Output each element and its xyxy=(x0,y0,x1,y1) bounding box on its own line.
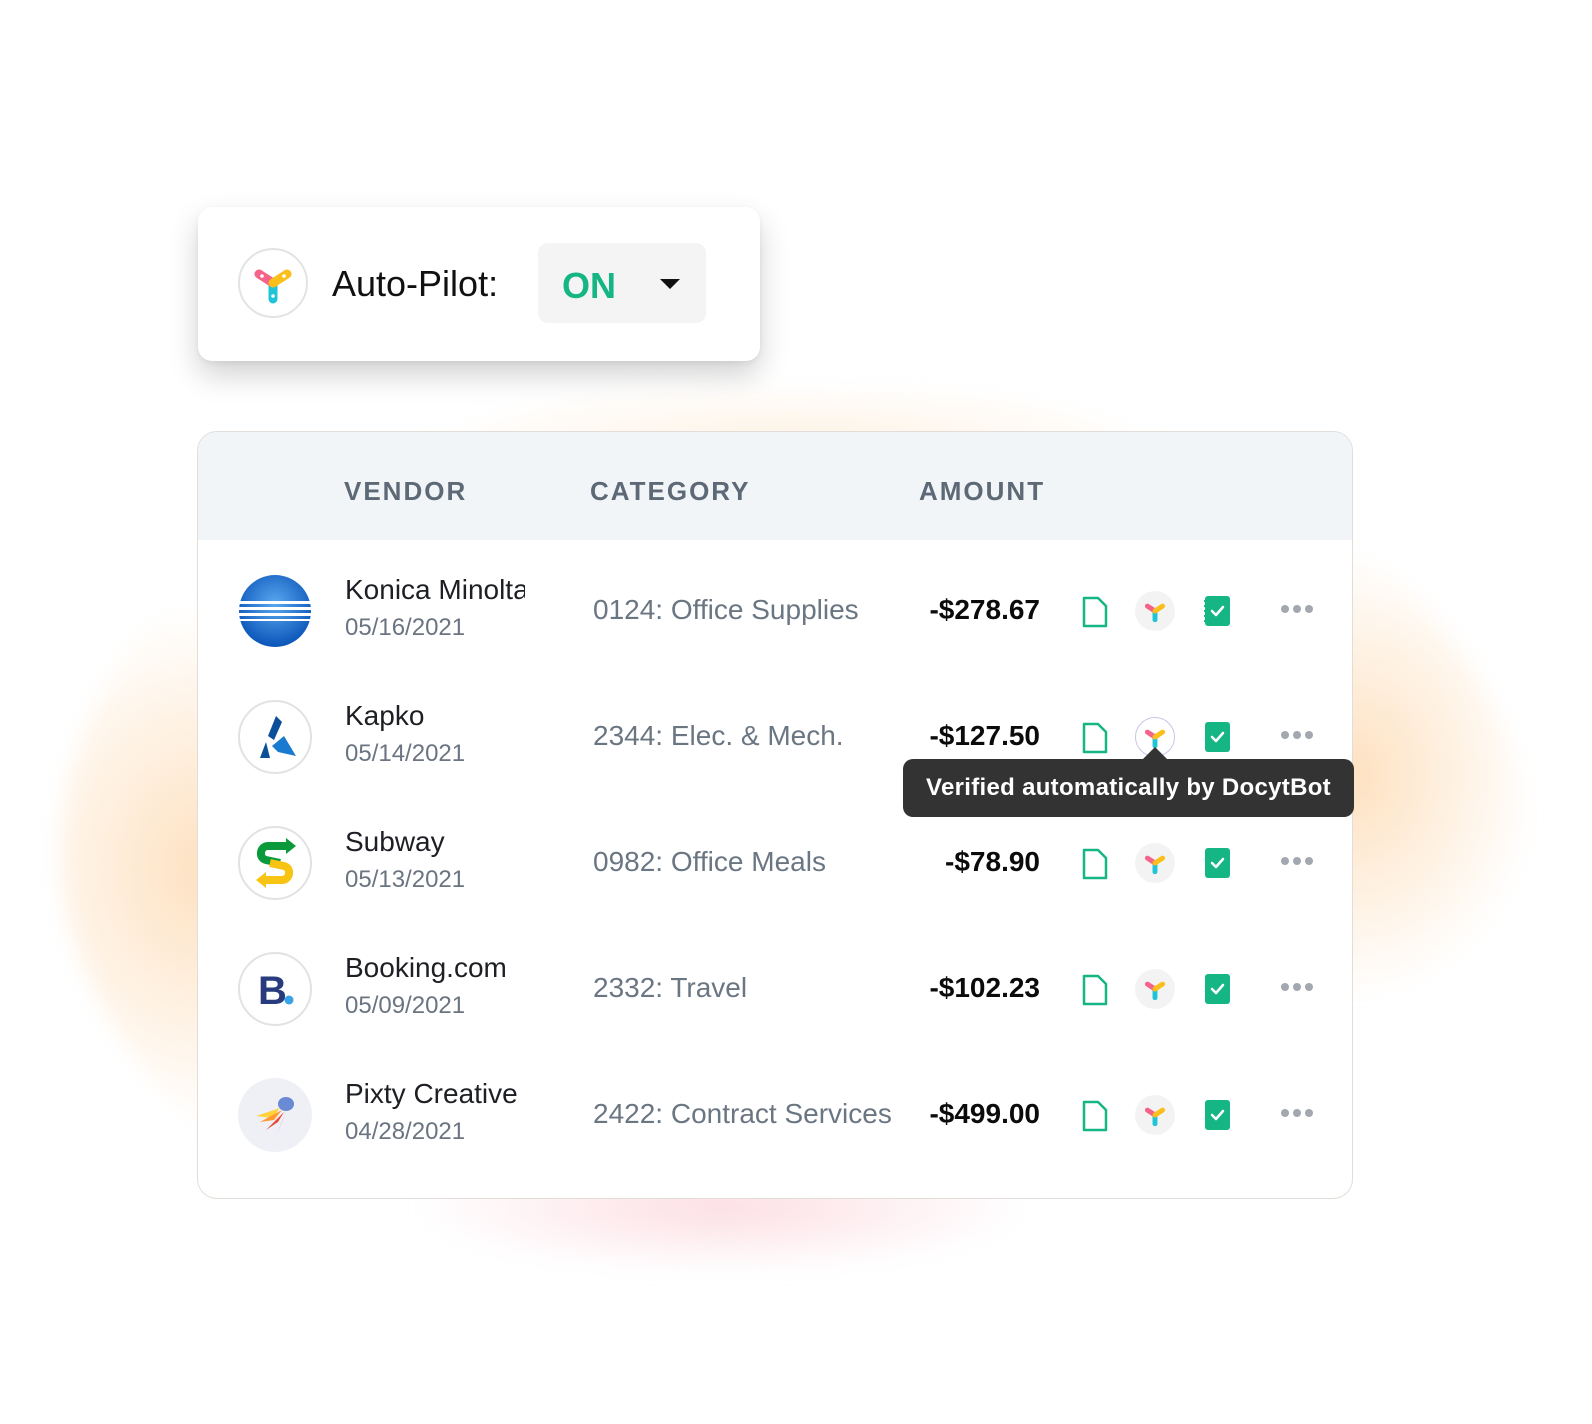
column-header-amount[interactable]: AMOUNT xyxy=(919,476,1045,507)
more-options-icon[interactable] xyxy=(1281,854,1315,868)
transaction-date: 05/16/2021 xyxy=(345,614,466,641)
verified-notebook-icon[interactable] xyxy=(1203,847,1231,879)
transaction-date: 05/13/2021 xyxy=(345,866,466,893)
kapko-logo xyxy=(238,700,312,774)
amount: -$127.50 xyxy=(929,720,1040,751)
verified-notebook-icon[interactable] xyxy=(1203,721,1231,753)
transaction-date: 05/09/2021 xyxy=(345,992,466,1019)
more-options-icon[interactable] xyxy=(1281,728,1315,742)
category[interactable]: 2422: Contract Services xyxy=(593,1098,892,1130)
vendor-name: Booking.com xyxy=(345,952,505,983)
amount: -$278.67 xyxy=(929,594,1040,625)
caret-down-icon xyxy=(660,279,680,289)
category[interactable]: 2344: Elec. & Mech. xyxy=(593,720,844,752)
column-header-category[interactable]: CATEGORY xyxy=(590,476,750,507)
docytbot-icon[interactable] xyxy=(1135,591,1175,631)
vendor-name: Kapko xyxy=(345,700,425,731)
category[interactable]: 0124: Office Supplies xyxy=(593,594,859,626)
verified-notebook-icon[interactable] xyxy=(1203,1099,1231,1131)
vendor-name: Subway xyxy=(345,826,445,857)
vendor-name: Pixty Creative xyxy=(345,1078,518,1109)
transaction-date: 05/14/2021 xyxy=(345,740,466,767)
amount: -$78.90 xyxy=(945,846,1040,877)
verified-tooltip: Verified automatically by DocytBot xyxy=(903,747,1354,817)
column-header-vendor[interactable]: VENDOR xyxy=(344,476,467,507)
transaction-date: 04/28/2021 xyxy=(345,1118,466,1145)
table-row[interactable]: Pixty Creative 04/28/2021 2422: Contract… xyxy=(198,1044,1352,1170)
transactions-table: VENDOR CATEGORY AMOUNT Konica Minolta 05… xyxy=(197,431,1354,1199)
more-options-icon[interactable] xyxy=(1281,980,1315,994)
docytbot-icon[interactable] xyxy=(1135,969,1175,1009)
more-options-icon[interactable] xyxy=(1281,602,1315,616)
amount: -$102.23 xyxy=(929,972,1040,1003)
verified-notebook-icon[interactable] xyxy=(1203,973,1231,1005)
konica-minolta-logo xyxy=(238,574,312,648)
subway-logo xyxy=(238,826,312,900)
svg-text:B: B xyxy=(258,969,287,1013)
document-icon[interactable] xyxy=(1082,974,1108,1006)
category[interactable]: 0982: Office Meals xyxy=(593,846,826,878)
docytbot-logo-icon xyxy=(238,248,308,318)
autopilot-card: Auto-Pilot: ON xyxy=(198,207,760,361)
verified-notebook-icon[interactable] xyxy=(1203,595,1231,627)
docytbot-icon[interactable] xyxy=(1135,1095,1175,1135)
autopilot-label: Auto-Pilot: xyxy=(332,263,499,304)
document-icon[interactable] xyxy=(1082,848,1108,880)
autopilot-value: ON xyxy=(562,265,616,306)
amount: -$499.00 xyxy=(929,1098,1040,1129)
table-row[interactable]: B Booking.com 05/09/2021 2332: Travel -$… xyxy=(198,918,1352,1044)
document-icon[interactable] xyxy=(1082,1100,1108,1132)
autopilot-dropdown[interactable]: ON xyxy=(538,243,706,323)
booking-logo: B xyxy=(238,952,312,1026)
vendor-name: Konica Minolta xyxy=(345,574,525,605)
document-icon[interactable] xyxy=(1082,596,1108,628)
pixty-logo xyxy=(238,1078,312,1152)
document-icon[interactable] xyxy=(1082,722,1108,754)
category[interactable]: 2332: Travel xyxy=(593,972,747,1004)
table-row[interactable]: Konica Minolta 05/16/2021 0124: Office S… xyxy=(198,540,1352,666)
more-options-icon[interactable] xyxy=(1281,1106,1315,1120)
table-header: VENDOR CATEGORY AMOUNT xyxy=(198,432,1352,540)
docytbot-icon[interactable] xyxy=(1135,843,1175,883)
